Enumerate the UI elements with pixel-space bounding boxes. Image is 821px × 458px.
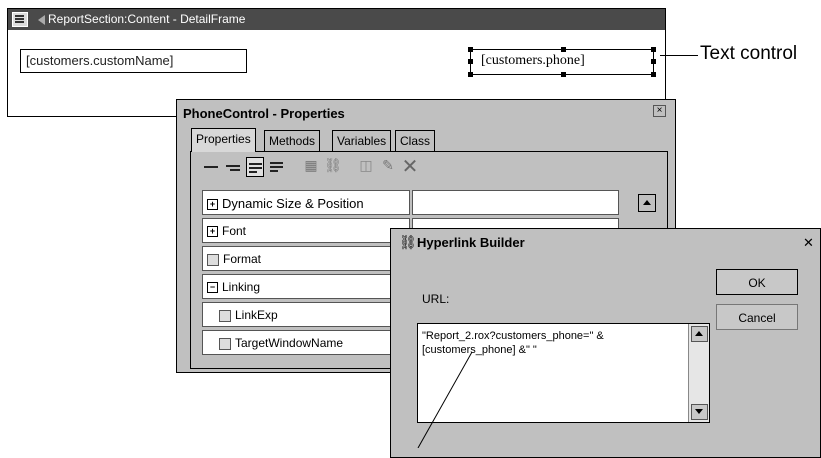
callout-pointer: [417, 351, 473, 448]
